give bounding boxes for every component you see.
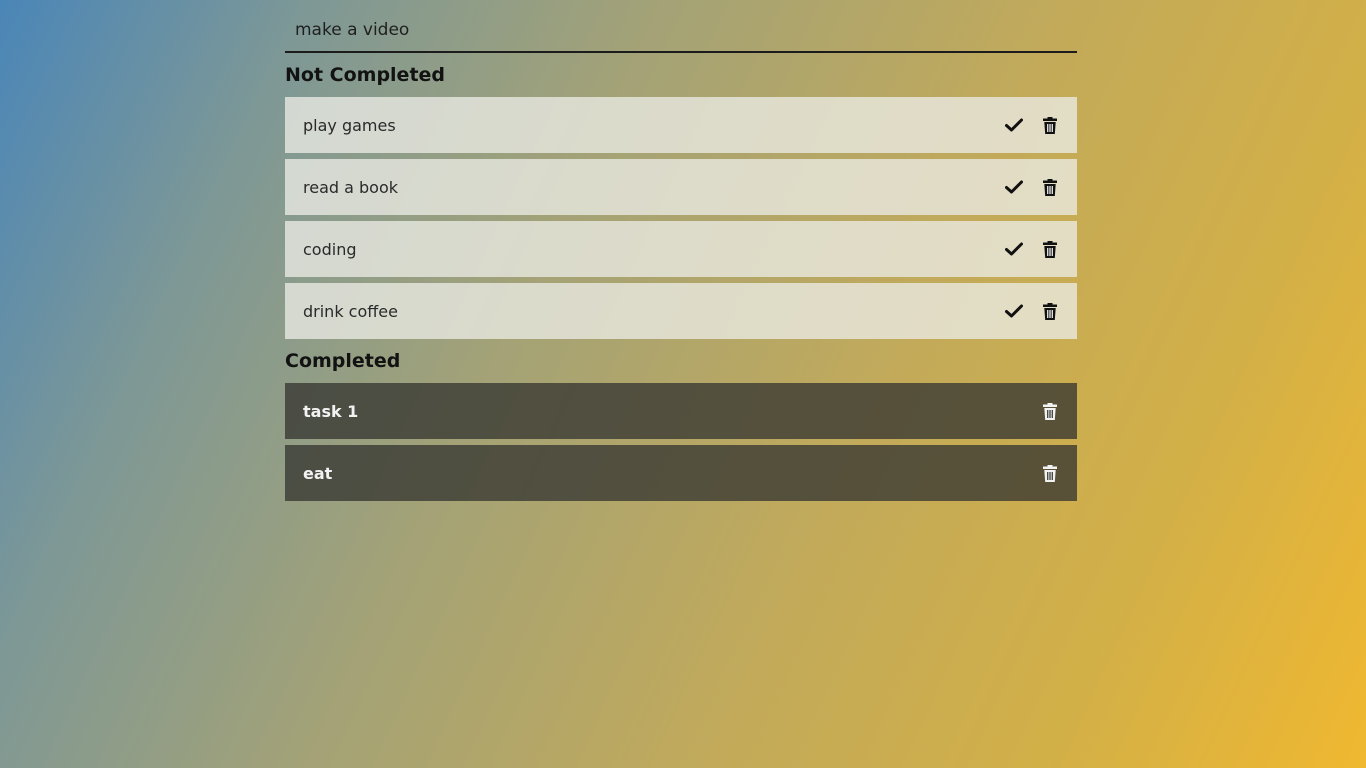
completed-item-actions bbox=[1025, 445, 1061, 501]
todo-item: coding bbox=[285, 221, 1077, 277]
check-icon[interactable] bbox=[1003, 114, 1025, 136]
todo-input[interactable] bbox=[285, 10, 1077, 50]
check-icon[interactable] bbox=[1003, 238, 1025, 260]
todo-item-label: read a book bbox=[303, 177, 399, 197]
todo-item-actions bbox=[989, 159, 1061, 215]
completed-item: eat bbox=[285, 445, 1077, 501]
check-icon[interactable] bbox=[1003, 300, 1025, 322]
todo-item: drink coffee bbox=[285, 283, 1077, 339]
completed-item-label: eat bbox=[303, 463, 333, 483]
check-icon[interactable] bbox=[1003, 176, 1025, 198]
not-completed-list: play games read a book coding drink coff… bbox=[285, 97, 1077, 339]
todo-item-label: play games bbox=[303, 115, 396, 135]
completed-heading: Completed bbox=[285, 350, 401, 372]
completed-item-actions bbox=[1025, 383, 1061, 439]
todo-input-wrapper bbox=[285, 0, 1077, 53]
trash-icon[interactable] bbox=[1039, 300, 1061, 322]
todo-app: Not Completed play games read a book bbox=[285, 0, 1077, 507]
completed-list: task 1 eat bbox=[285, 383, 1077, 501]
not-completed-heading: Not Completed bbox=[285, 64, 446, 86]
todo-item: play games bbox=[285, 97, 1077, 153]
trash-icon[interactable] bbox=[1039, 462, 1061, 484]
completed-item: task 1 bbox=[285, 383, 1077, 439]
todo-item-actions bbox=[989, 221, 1061, 277]
trash-icon[interactable] bbox=[1039, 114, 1061, 136]
completed-item-label: task 1 bbox=[303, 401, 359, 421]
todo-item-label: coding bbox=[303, 239, 357, 259]
trash-icon[interactable] bbox=[1039, 176, 1061, 198]
trash-icon[interactable] bbox=[1039, 238, 1061, 260]
todo-item: read a book bbox=[285, 159, 1077, 215]
todo-item-actions bbox=[989, 97, 1061, 153]
todo-item-label: drink coffee bbox=[303, 301, 398, 321]
trash-icon[interactable] bbox=[1039, 400, 1061, 422]
todo-item-actions bbox=[989, 283, 1061, 339]
